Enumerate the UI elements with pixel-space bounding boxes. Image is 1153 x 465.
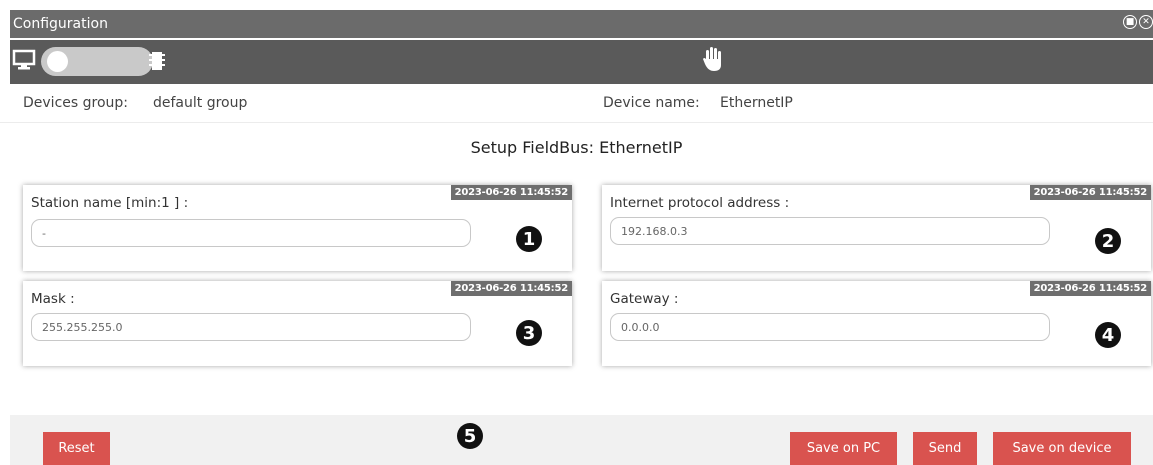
monitor-icon — [12, 49, 36, 70]
setup-title: Setup FieldBus: EthernetIP — [470, 138, 683, 157]
gateway-card: Gateway : 2023-06-26 11:45:52 — [602, 281, 1151, 366]
devices-group-value: default group — [153, 95, 248, 111]
devices-group-label: Devices group: — [23, 95, 128, 111]
marker-5: 5 — [457, 423, 483, 449]
station-name-card: Station name [min:1 ] : 2023-06-26 11:45… — [23, 185, 572, 271]
reset-button[interactable]: Reset — [43, 432, 110, 465]
ip-address-label: Internet protocol address : — [610, 195, 790, 211]
window-title: Configuration — [13, 16, 108, 32]
mask-timestamp: 2023-06-26 11:45:52 — [450, 281, 572, 296]
window-controls: ■ ✕ — [1123, 15, 1153, 29]
marker-1: 1 — [516, 226, 542, 252]
gateway-timestamp: 2023-06-26 11:45:52 — [1029, 281, 1151, 296]
close-icon[interactable]: ✕ — [1139, 15, 1153, 29]
device-info-row: Devices group: default group Device name… — [0, 92, 1153, 123]
ip-address-input[interactable] — [610, 217, 1050, 245]
toggle-knob[interactable] — [47, 51, 68, 72]
hand-icon[interactable] — [702, 45, 724, 73]
station-name-timestamp: 2023-06-26 11:45:52 — [450, 185, 572, 200]
mask-input[interactable] — [31, 313, 471, 341]
window-titlebar: Configuration ■ ✕ — [10, 10, 1153, 38]
mode-toggle[interactable] — [41, 47, 153, 76]
chip-icon — [149, 52, 165, 70]
marker-2: 2 — [1095, 228, 1121, 254]
mask-label: Mask : — [31, 291, 75, 307]
gateway-label: Gateway : — [610, 291, 679, 307]
footer-bar: Reset Save on PC Send Save on device — [10, 415, 1153, 465]
mode-toolbar — [10, 40, 1153, 84]
marker-4: 4 — [1095, 322, 1121, 348]
station-name-label: Station name [min:1 ] : — [31, 195, 189, 211]
send-button[interactable]: Send — [913, 432, 977, 465]
station-name-input[interactable] — [31, 219, 471, 247]
gateway-input[interactable] — [610, 313, 1050, 341]
ip-address-timestamp: 2023-06-26 11:45:52 — [1029, 185, 1151, 200]
mask-card: Mask : 2023-06-26 11:45:52 — [23, 281, 572, 366]
save-on-device-button[interactable]: Save on device — [993, 432, 1131, 465]
device-name-value: EthernetIP — [720, 95, 793, 111]
marker-3: 3 — [516, 320, 542, 346]
ip-address-card: Internet protocol address : 2023-06-26 1… — [602, 185, 1151, 271]
pin-icon[interactable]: ■ — [1123, 15, 1137, 29]
save-on-pc-button[interactable]: Save on PC — [790, 432, 897, 465]
device-name-label: Device name: — [603, 95, 700, 111]
